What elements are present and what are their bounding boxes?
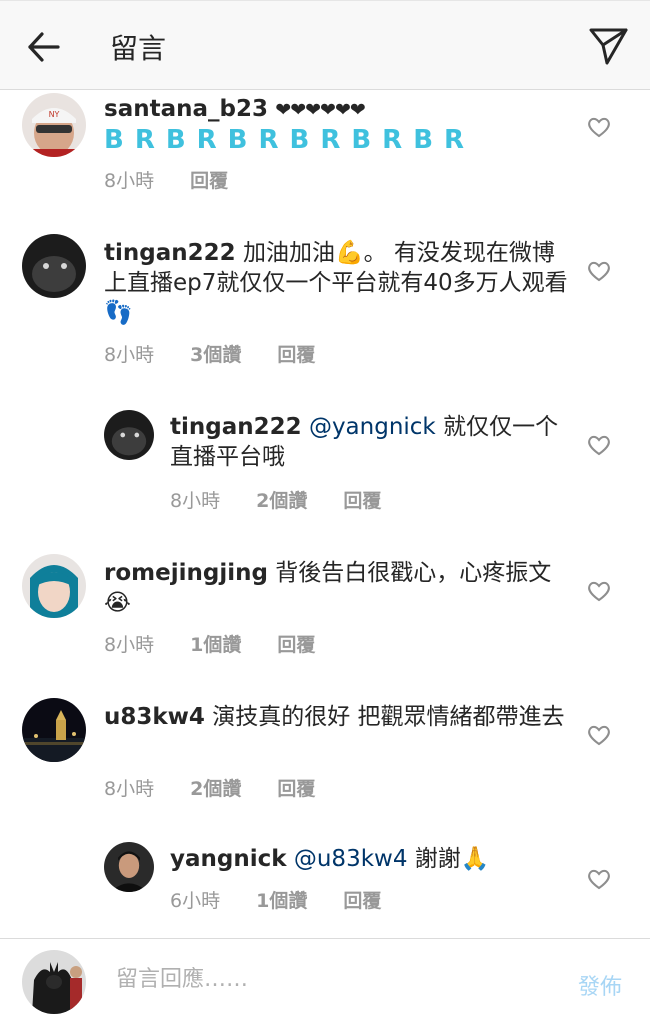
reply-item: yangnick @u83kw4 謝謝🙏 6小時 1個讚 回覆 (0, 842, 650, 938)
comment-username[interactable]: yangnick (170, 846, 287, 872)
comment-item: NY santana_b23 ❤❤❤❤❤❤ BRBRBRBRBRBR 8小時 回… (0, 90, 650, 210)
comment-username[interactable]: romejingjing (104, 560, 268, 586)
heart-icon[interactable] (586, 722, 612, 748)
heart-icon[interactable] (586, 866, 612, 892)
comment-username[interactable]: u83kw4 (104, 704, 205, 730)
top-bar: 留言 (0, 0, 650, 90)
comment-meta: 8小時 3個讚 回覆 (104, 340, 351, 367)
comment-meta: 8小時 2個讚 回覆 (104, 774, 351, 801)
reply-button[interactable]: 回覆 (277, 774, 315, 801)
comment-time: 8小時 (104, 170, 155, 192)
comment-username[interactable]: tingan222 (170, 414, 302, 440)
page-title: 留言 (110, 32, 167, 65)
comment-item: romejingjing 背後告白很戳心，心疼振文😭 8小時 1個讚 回覆 (0, 554, 650, 664)
comment-time: 6小時 (170, 890, 221, 912)
comment-body: romejingjing 背後告白很戳心，心疼振文😭 (104, 558, 574, 618)
likes-count[interactable]: 1個讚 (190, 630, 241, 657)
comment-time: 8小時 (170, 490, 221, 512)
mention-link[interactable]: @yangnick (309, 414, 436, 440)
comment-text: ❤❤❤❤❤❤ (275, 99, 366, 121)
comment-text: 謝謝🙏 (414, 846, 490, 872)
back-button[interactable] (22, 25, 66, 69)
comment-time: 8小時 (104, 344, 155, 366)
avatar[interactable] (104, 842, 154, 892)
likes-count[interactable]: 3個讚 (190, 340, 241, 367)
comment-input[interactable] (116, 967, 536, 992)
reply-item: tingan222 @yangnick 就仅仅一个直播平台哦 8小時 2個讚 回… (0, 410, 650, 520)
paper-plane-icon (589, 28, 628, 65)
likes-count[interactable]: 2個讚 (256, 486, 307, 513)
avatar[interactable]: NY (22, 93, 86, 157)
comment-meta: 8小時 2個讚 回覆 (170, 486, 417, 513)
comment-body: santana_b23 ❤❤❤❤❤❤ BRBRBRBRBRBR (104, 94, 574, 156)
comment-meta: 8小時 1個讚 回覆 (104, 630, 351, 657)
arrow-left-icon (28, 32, 60, 62)
reply-button[interactable]: 回覆 (343, 886, 381, 913)
share-button[interactable] (586, 23, 630, 67)
heart-icon[interactable] (586, 114, 612, 140)
likes-count[interactable]: 2個讚 (190, 774, 241, 801)
reply-button[interactable]: 回覆 (190, 166, 228, 193)
mention-link[interactable]: @u83kw4 (294, 846, 408, 872)
comment-text: 演技真的很好 把觀眾情緒都帶進去 (212, 704, 565, 730)
reply-button[interactable]: 回覆 (277, 340, 315, 367)
post-button[interactable]: 發佈 (578, 969, 622, 1001)
comment-extra-text: BRBRBRBRBRBR (104, 125, 476, 155)
comment-time: 8小時 (104, 634, 155, 656)
comment-meta: 6小時 1個讚 回覆 (170, 886, 417, 913)
comment-body: u83kw4 演技真的很好 把觀眾情緒都帶進去 (104, 702, 574, 732)
comment-body: yangnick @u83kw4 謝謝🙏 (170, 844, 560, 874)
heart-icon[interactable] (586, 258, 612, 284)
comment-body: tingan222 @yangnick 就仅仅一个直播平台哦 (170, 412, 560, 472)
likes-count[interactable]: 1個讚 (256, 886, 307, 913)
comment-composer: 發佈 (0, 938, 650, 1024)
svg-text:NY: NY (49, 110, 60, 119)
comment-username[interactable]: santana_b23 (104, 96, 268, 122)
heart-icon[interactable] (586, 578, 612, 604)
reply-button[interactable]: 回覆 (277, 630, 315, 657)
avatar[interactable] (22, 554, 86, 618)
reply-button[interactable]: 回覆 (343, 486, 381, 513)
avatar[interactable] (22, 698, 86, 762)
current-user-avatar (22, 950, 86, 1014)
comment-meta: 8小時 回覆 (104, 166, 264, 193)
heart-icon[interactable] (586, 432, 612, 458)
comment-time: 8小時 (104, 778, 155, 800)
comment-list[interactable]: NY santana_b23 ❤❤❤❤❤❤ BRBRBRBRBRBR 8小時 回… (0, 90, 650, 938)
comment-item: tingan222 加油加油💪。 有没发现在微博上直播ep7就仅仅一个平台就有4… (0, 234, 650, 374)
avatar[interactable] (22, 234, 86, 298)
comment-body: tingan222 加油加油💪。 有没发现在微博上直播ep7就仅仅一个平台就有4… (104, 238, 574, 328)
comment-username[interactable]: tingan222 (104, 240, 236, 266)
avatar[interactable] (104, 410, 154, 460)
comment-item: u83kw4 演技真的很好 把觀眾情緒都帶進去 8小時 2個讚 回覆 (0, 698, 650, 808)
